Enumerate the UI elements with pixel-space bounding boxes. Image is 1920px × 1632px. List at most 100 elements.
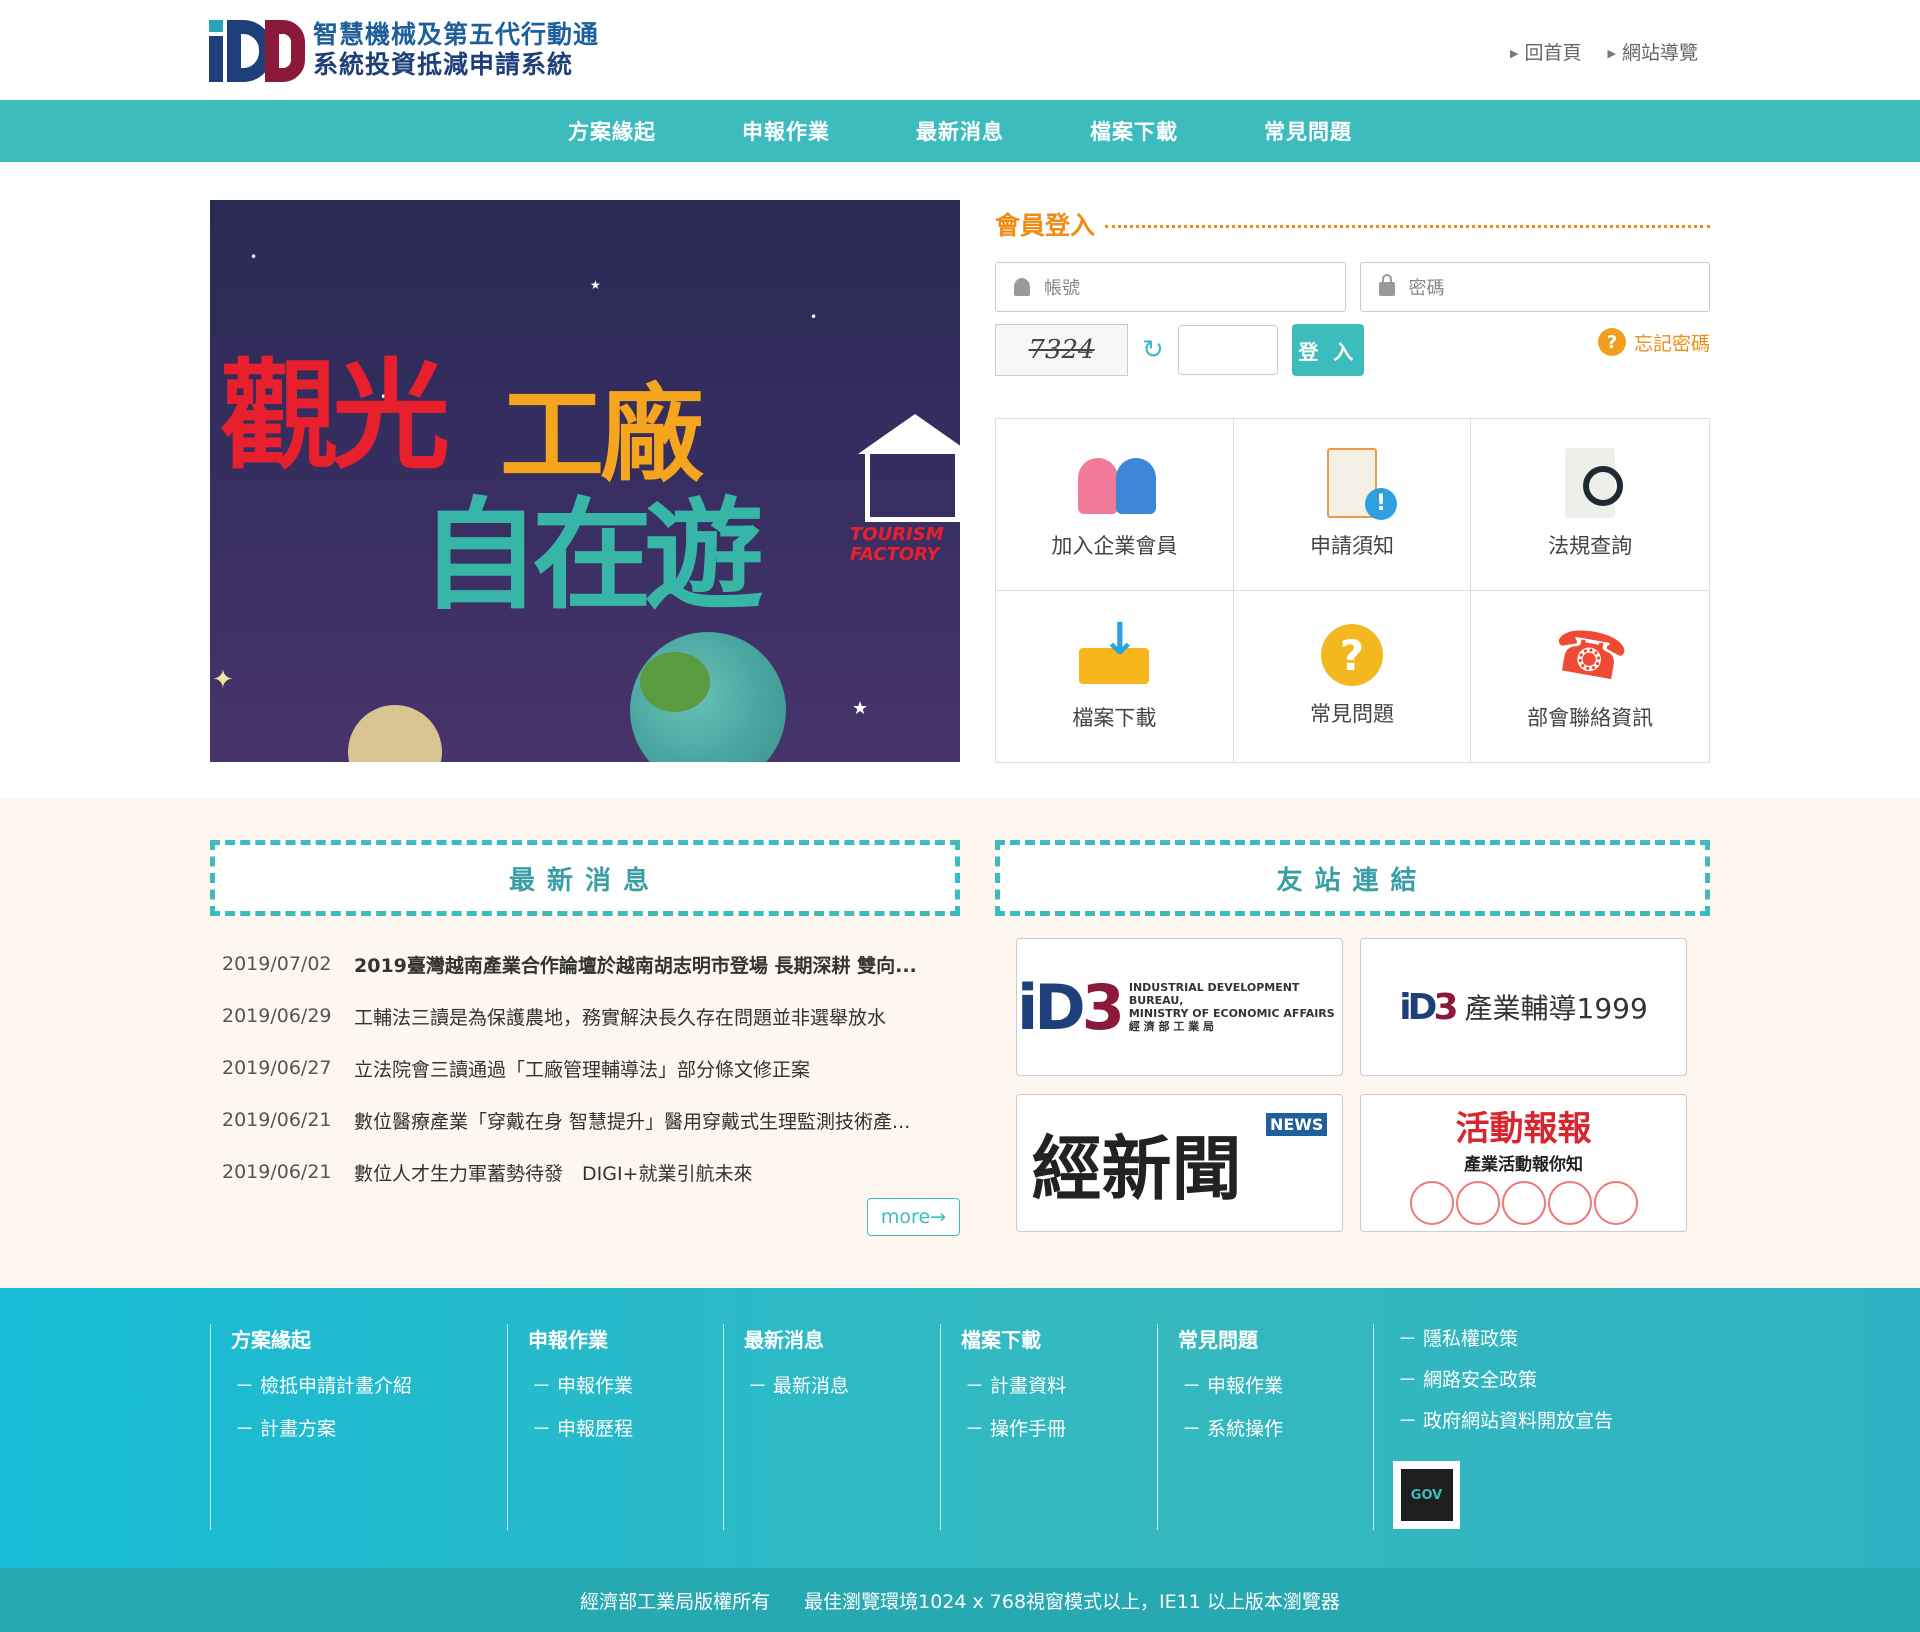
footer-link-label: 申報作業 (1207, 1375, 1284, 1397)
quick-link-label: 法規查詢 (1548, 534, 1633, 559)
site-footer: 方案緣起 － 檢抵申請計畫介紹 － 計畫方案 申報作業 － 申報作業 － 申報歷… (0, 1288, 1920, 1568)
quick-link-label: 申請須知 (1309, 534, 1394, 559)
quick-link-label: 常見問題 (1309, 702, 1394, 727)
footer-heading[interactable]: 最新消息 (744, 1324, 940, 1353)
news-date: 2019/06/29 (222, 1005, 332, 1027)
account-placeholder: 帳號 (1044, 278, 1080, 299)
earth-icon (630, 632, 786, 762)
nav-item-declaration[interactable]: 申報作業 (742, 116, 830, 146)
nav-item-origin[interactable]: 方案緣起 (568, 116, 656, 146)
news-date: 2019/07/02 (222, 953, 332, 975)
news-site-label: 經新聞 (1031, 1126, 1242, 1210)
footer-link[interactable]: － 檢抵申請計畫介紹 (231, 1371, 506, 1398)
gov-badge[interactable]: GOV (1393, 1461, 1460, 1529)
dotted-divider (1105, 224, 1710, 228)
captcha-row: 7324 ↻ 登 入 ? 忘記密碼 (995, 324, 1710, 376)
copyright-text: 經濟部工業局版權所有 (580, 1590, 771, 1613)
site-header: 智慧機械及第五代行動通 系統投資抵減申請系統 ▶ 回首頁 ▶ 網站導覽 (0, 0, 1920, 100)
quick-link-regulations[interactable]: 法規查詢 (1471, 419, 1709, 591)
news-list: 2019/07/02 2019臺灣越南產業合作論壇於越南胡志明市登場 長期深耕 … (222, 938, 952, 1198)
lower-section: 最新消息 2019/07/02 2019臺灣越南產業合作論壇於越南胡志明市登場 … (0, 798, 1920, 1288)
circle-icon (1455, 1181, 1500, 1225)
sitemap-link[interactable]: ▶ 網站導覽 (1608, 38, 1698, 65)
quick-link-grid: 加入企業會員 申請須知 法規查詢 檔案下載 ? 常見問題 ☎ 部會聯絡資訊 (995, 418, 1710, 763)
friend-link-activity[interactable]: 活動報報 產業活動報你知 (1360, 1094, 1687, 1232)
footer-link-label: 網路安全政策 (1423, 1369, 1538, 1391)
quick-link-contacts[interactable]: ☎ 部會聯絡資訊 (1471, 591, 1709, 763)
star-icon: ✦ (212, 665, 234, 695)
idb-logo-mark (209, 18, 305, 82)
nav-item-news[interactable]: 最新消息 (916, 116, 1004, 146)
idb-logo-text-line: MINISTRY OF ECONOMIC AFFAIRS (1128, 1007, 1335, 1020)
banner-tag: TOURISM FACTORY (850, 524, 944, 565)
footer-link-label: 申報歷程 (557, 1418, 634, 1440)
idb-logo-text: INDUSTRIAL DEVELOPMENT BUREAU, MINISTRY … (1129, 981, 1342, 1033)
login-panel: 會員登入 帳號 密碼 7324 ↻ 登 入 ? 忘記密碼 加入企業會員 ! 申請… (995, 200, 1710, 763)
footer-link[interactable]: － 操作手冊 (961, 1414, 1157, 1441)
security-policy-link[interactable]: － 網路安全政策 (1394, 1365, 1673, 1392)
quick-link-downloads[interactable]: 檔案下載 (996, 590, 1234, 762)
footer-heading[interactable]: 申報作業 (528, 1324, 723, 1353)
privacy-policy-link[interactable]: － 隱私權政策 (1394, 1324, 1673, 1351)
home-link[interactable]: ▶ 回首頁 (1510, 38, 1581, 65)
quick-link-faq[interactable]: ? 常見問題 (1234, 590, 1472, 762)
news-item[interactable]: 2019/06/29 工輔法三讀是為保護農地，務實解決長久存在問題並非選舉放水 (222, 990, 952, 1042)
news-title: 工輔法三讀是為保護農地，務實解決長久存在問題並非選舉放水 (354, 1006, 887, 1029)
footer-heading[interactable]: 檔案下載 (961, 1324, 1157, 1353)
circle-icon (1593, 1181, 1638, 1225)
news-item[interactable]: 2019/06/21 數位人才生力軍蓄勢待發 DIGI+就業引航未來 (222, 1146, 952, 1198)
friend-link-idb[interactable]: iD3 INDUSTRIAL DEVELOPMENT BUREAU, MINIS… (1016, 938, 1343, 1076)
footer-link[interactable]: － 最新消息 (744, 1371, 940, 1398)
site-logo[interactable]: 智慧機械及第五代行動通 系統投資抵減申請系統 (209, 18, 599, 82)
news-date: 2019/06/27 (222, 1057, 332, 1079)
activity-logo: 活動報報 產業活動報你知 (1409, 1101, 1638, 1225)
footer-heading[interactable]: 常見問題 (1178, 1324, 1373, 1353)
footer-col-origin: 方案緣起 － 檢抵申請計畫介紹 － 計畫方案 (210, 1324, 506, 1530)
account-field[interactable]: 帳號 (995, 262, 1346, 312)
star-icon: • (810, 310, 818, 324)
captcha-input[interactable] (1177, 325, 1278, 375)
quick-link-label: 檔案下載 (1072, 706, 1157, 731)
site-title: 智慧機械及第五代行動通 系統投資抵減申請系統 (313, 20, 599, 80)
news-title: 數位醫療產業「穿戴在身 智慧提升」醫用穿戴式生理監測技術產... (354, 1110, 911, 1133)
login-button[interactable]: 登 入 (1291, 324, 1364, 376)
document-alert-icon (1326, 448, 1397, 521)
quick-link-label: 部會聯絡資訊 (1527, 706, 1654, 731)
news-item[interactable]: 2019/06/27 立法院會三讀通過「工廠管理輔導法」部分條文修正案 (222, 1042, 952, 1094)
footer-link[interactable]: － 申報作業 (528, 1371, 723, 1398)
footer-link[interactable]: － 計畫資料 (961, 1371, 1157, 1398)
footer-link[interactable]: － 申報歷程 (528, 1414, 723, 1441)
refresh-icon[interactable]: ↻ (1142, 335, 1164, 365)
banner-image[interactable]: • ★ • • ✦ ★ 觀光 工廠 自在遊 TOURISM FACTORY (210, 200, 960, 762)
star-icon: ★ (590, 278, 601, 292)
quick-link-label: 加入企業會員 (1051, 534, 1178, 559)
news-title: 立法院會三讀通過「工廠管理輔導法」部分條文修正案 (354, 1058, 811, 1081)
captcha-image: 7324 (995, 324, 1128, 376)
footer-link[interactable]: － 系統操作 (1178, 1414, 1373, 1441)
footer-link-label: 操作手冊 (990, 1418, 1067, 1440)
footer-link[interactable]: － 計畫方案 (231, 1414, 506, 1441)
friend-link-1999[interactable]: iD3 產業輔導1999 (1360, 938, 1687, 1076)
quick-link-application-notes[interactable]: 申請須知 (1233, 419, 1472, 591)
activity-title: 活動報報 (1455, 1109, 1592, 1149)
house-icon (858, 414, 960, 522)
more-news-button[interactable]: more→ (867, 1198, 960, 1236)
news-item[interactable]: 2019/07/02 2019臺灣越南產業合作論壇於越南胡志明市登場 長期深耕 … (222, 938, 952, 990)
footer-link[interactable]: － 申報作業 (1178, 1371, 1373, 1398)
nav-item-downloads[interactable]: 檔案下載 (1090, 116, 1178, 146)
password-placeholder: 密碼 (1408, 278, 1445, 299)
idb-small-logo: iD3 (1399, 986, 1458, 1028)
quick-link-join-member[interactable]: 加入企業會員 (996, 419, 1234, 591)
friend-link-news[interactable]: 經新聞 NEWS (1016, 1094, 1343, 1232)
idb-logo-text-line: 經 濟 部 工 業 局 (1128, 1020, 1215, 1033)
home-link-label: 回首頁 (1524, 42, 1582, 64)
password-field[interactable]: 密碼 (1359, 262, 1710, 312)
footer-heading[interactable]: 方案緣起 (231, 1324, 506, 1353)
forgot-password-label: 忘記密碼 (1633, 332, 1710, 355)
news-item[interactable]: 2019/06/21 數位醫療產業「穿戴在身 智慧提升」醫用穿戴式生理監測技術產… (222, 1094, 952, 1146)
open-data-link[interactable]: － 政府網站資料開放宣告 (1394, 1406, 1673, 1433)
nav-item-faq[interactable]: 常見問題 (1264, 116, 1352, 146)
news-title: 2019臺灣越南產業合作論壇於越南胡志明市登場 長期深耕 雙向... (354, 954, 917, 977)
footer-link-label: 隱私權政策 (1423, 1328, 1519, 1350)
forgot-password-link[interactable]: ? 忘記密碼 (1597, 328, 1710, 356)
